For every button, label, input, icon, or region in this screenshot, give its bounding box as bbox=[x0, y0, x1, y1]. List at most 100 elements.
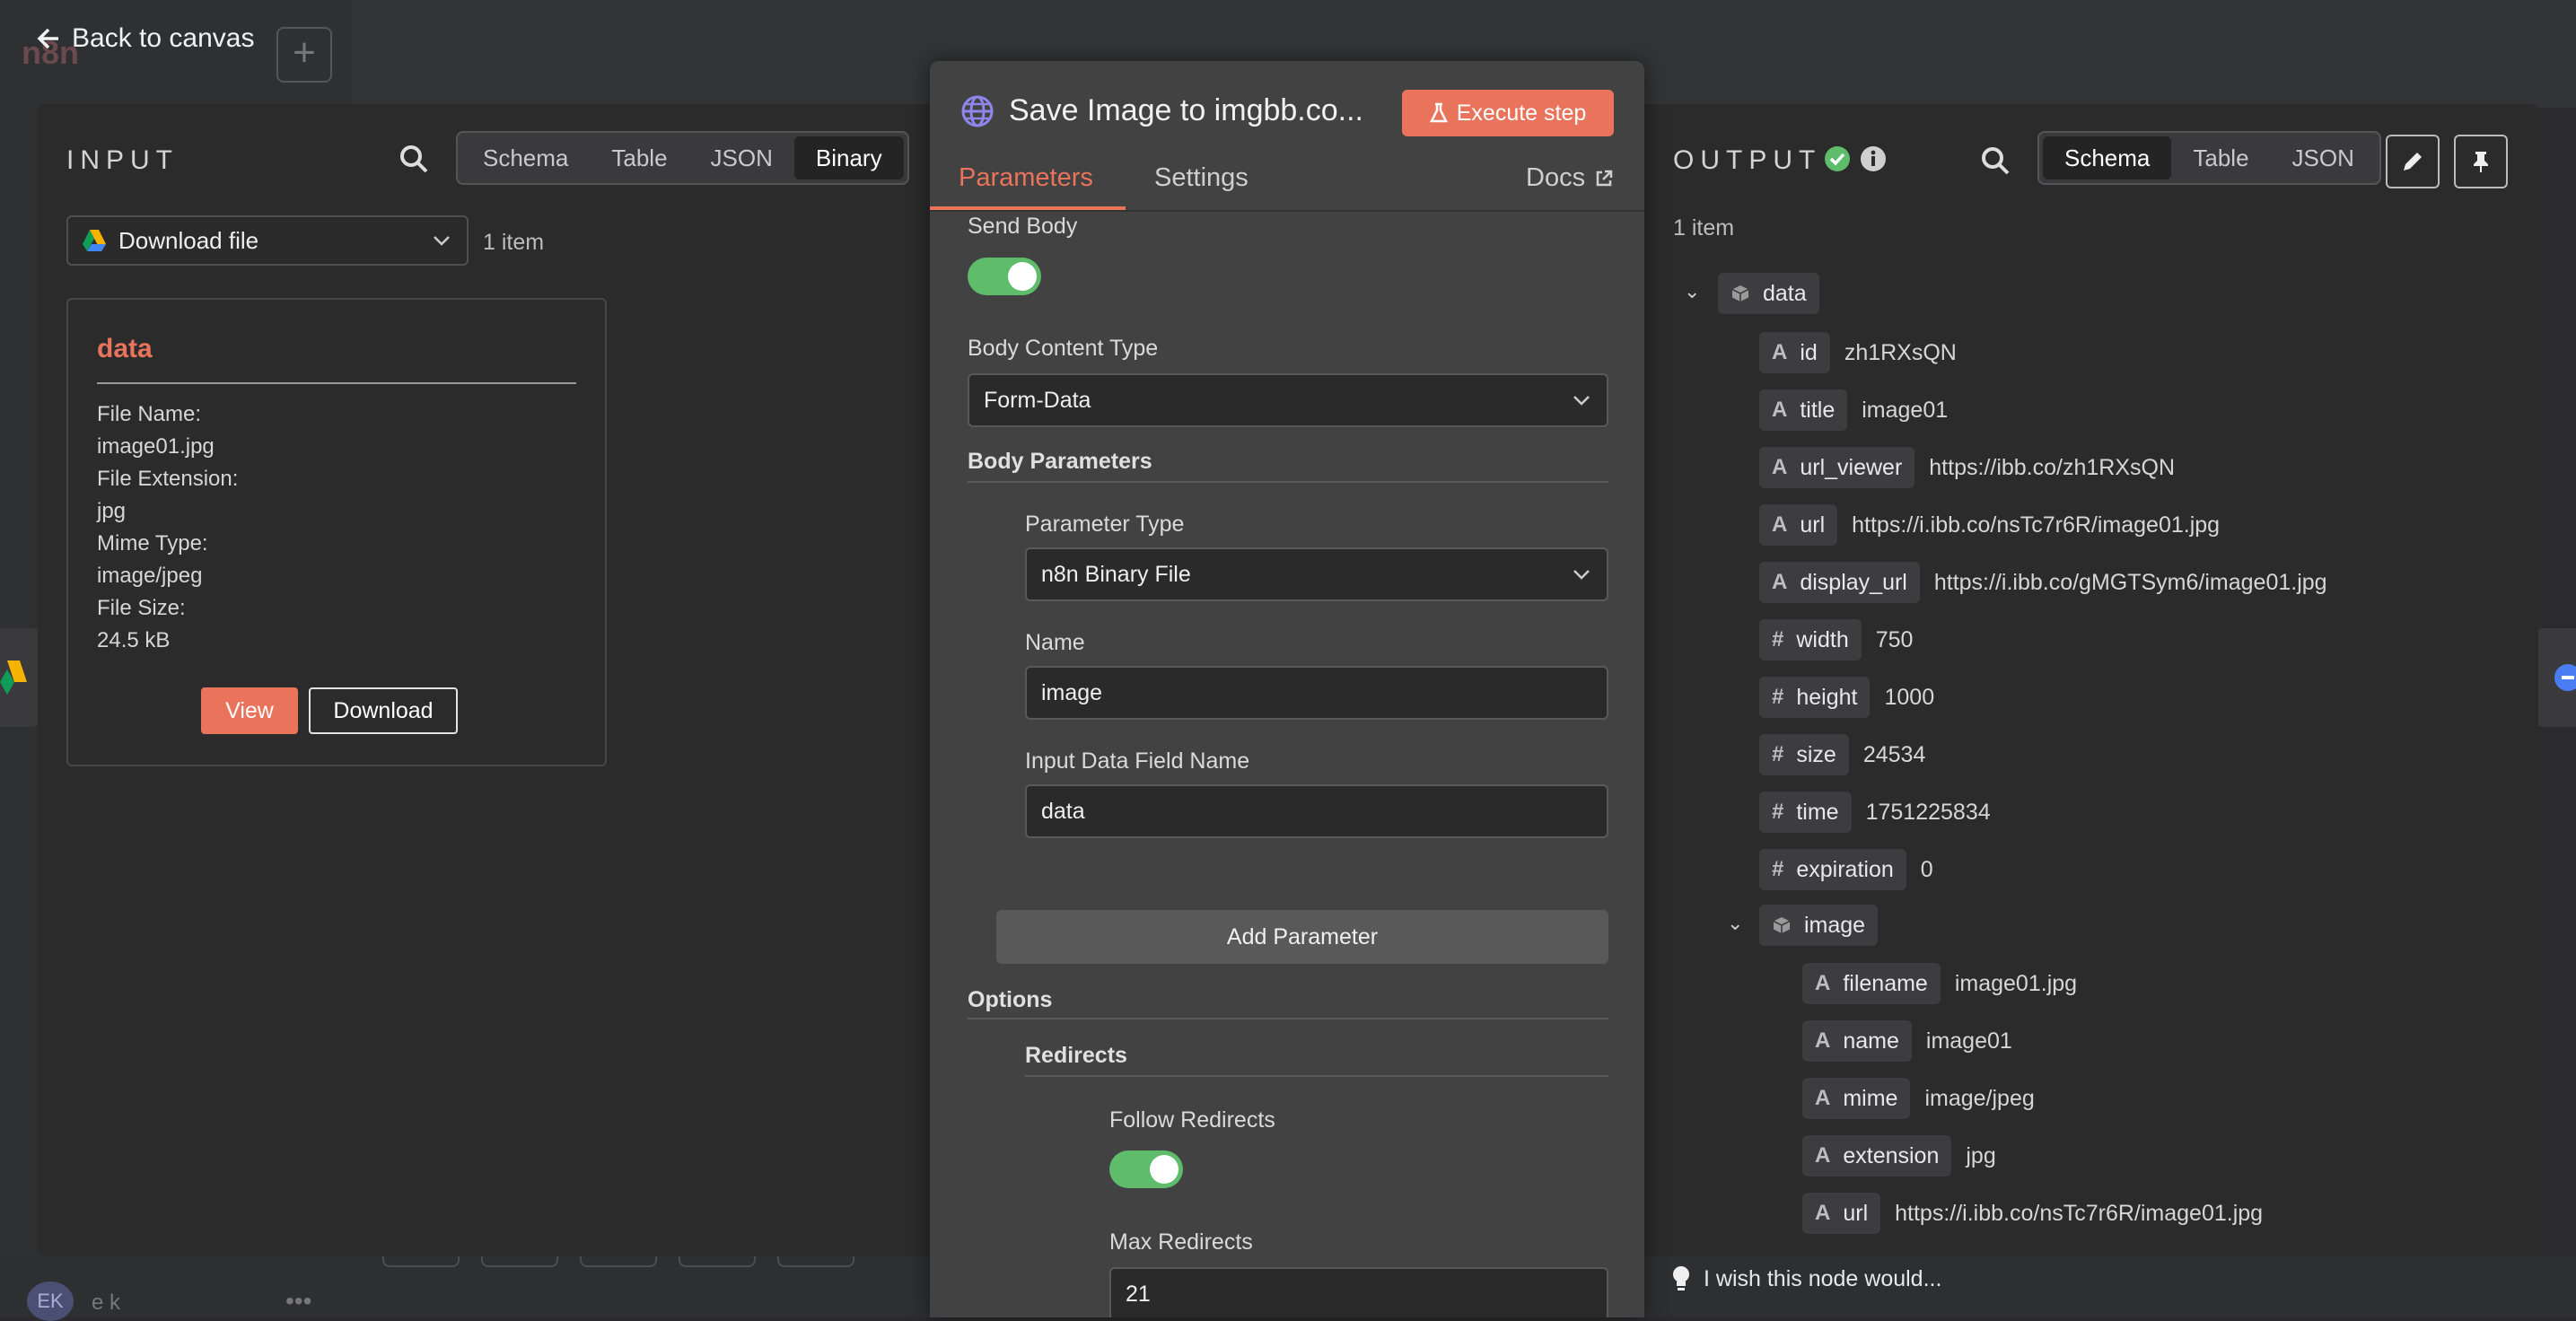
schema-key-pill[interactable]: # size bbox=[1759, 734, 1849, 775]
schema-row: Aurl_viewer https://ibb.co/zh1RXsQN bbox=[1759, 447, 2175, 488]
schema-key: expiration bbox=[1796, 856, 1894, 882]
add-parameter-button[interactable]: Add Parameter bbox=[996, 910, 1608, 964]
more-icon[interactable]: ••• bbox=[285, 1287, 311, 1316]
schema-row: Afilename image01.jpg bbox=[1802, 963, 2077, 1004]
schema-value: 750 bbox=[1875, 626, 1914, 652]
schema-value: image01.jpg bbox=[1954, 970, 2078, 996]
follow-redirects-toggle[interactable] bbox=[1109, 1150, 1183, 1188]
schema-key-pill[interactable]: Adisplay_url bbox=[1759, 562, 1920, 603]
schema-key-pill[interactable]: Afilename bbox=[1802, 963, 1941, 1004]
string-type-icon: A bbox=[1772, 398, 1788, 422]
schema-key-pill[interactable]: Aid bbox=[1759, 332, 1830, 373]
avatar[interactable]: EK bbox=[27, 1282, 74, 1321]
schema-row: Aid zh1RXsQN bbox=[1759, 332, 1957, 373]
schema-key-pill: image bbox=[1759, 905, 1879, 946]
tab-table[interactable]: Table bbox=[2171, 136, 2270, 179]
schema-key-pill[interactable]: Atitle bbox=[1759, 389, 1848, 431]
search-icon[interactable] bbox=[399, 144, 429, 174]
name-label: Name bbox=[1025, 630, 1085, 655]
schema-value: https://i.ibb.co/gMGTSym6/image01.jpg bbox=[1933, 569, 2327, 595]
flask-icon bbox=[1429, 102, 1448, 123]
string-type-icon: A bbox=[1772, 340, 1788, 364]
schema-row: Amime image/jpeg bbox=[1802, 1078, 2035, 1119]
max-redirects-label: Max Redirects bbox=[1109, 1229, 1253, 1255]
schema-key: image bbox=[1804, 912, 1866, 938]
schema-key: mime bbox=[1843, 1085, 1898, 1111]
schema-key-pill[interactable]: Amime bbox=[1802, 1078, 1911, 1119]
schema-key-pill: data bbox=[1718, 273, 1819, 314]
follow-redirects-label: Follow Redirects bbox=[1109, 1107, 1275, 1133]
schema-value: image01 bbox=[1862, 397, 1949, 423]
edit-output-button[interactable] bbox=[2386, 135, 2440, 188]
docs-link[interactable]: Docs bbox=[1526, 163, 1614, 193]
feedback-link[interactable]: I wish this node would... bbox=[1671, 1265, 1941, 1292]
previous-node-handle[interactable] bbox=[0, 628, 43, 727]
schema-key: url bbox=[1800, 512, 1826, 538]
string-type-icon: A bbox=[1815, 1143, 1831, 1168]
output-title: OUTPUT bbox=[1673, 145, 1822, 175]
binary-file-info: File Name: image01.jpg File Extension: j… bbox=[97, 398, 238, 657]
node-title[interactable]: Save Image to imgbb.co... bbox=[960, 93, 1363, 128]
schema-row: # height 1000 bbox=[1759, 677, 1934, 718]
schema-key: size bbox=[1796, 741, 1836, 767]
chevron-down-icon bbox=[1573, 396, 1590, 406]
string-type-icon: A bbox=[1772, 455, 1788, 479]
chevron-down-icon bbox=[1573, 570, 1590, 580]
file-extension-value: jpg bbox=[97, 499, 127, 523]
schema-row: # expiration 0 bbox=[1759, 849, 1933, 890]
schema-key-pill[interactable]: # width bbox=[1759, 619, 1862, 660]
back-to-canvas-button[interactable]: Back to canvas bbox=[36, 23, 254, 54]
schema-row-image: image bbox=[1759, 905, 1879, 946]
tab-settings[interactable]: Settings bbox=[1154, 163, 1249, 193]
download-button[interactable]: Download bbox=[309, 687, 458, 734]
execute-step-button[interactable]: Execute step bbox=[1402, 90, 1614, 136]
schema-key-pill[interactable]: # height bbox=[1759, 677, 1871, 718]
schema-key: name bbox=[1843, 1028, 1899, 1054]
schema-value: image/jpeg bbox=[1924, 1085, 2035, 1111]
schema-key-pill[interactable]: # expiration bbox=[1759, 849, 1906, 890]
schema-key-pill[interactable]: Aextension bbox=[1802, 1135, 1952, 1177]
send-body-toggle[interactable] bbox=[968, 258, 1041, 295]
max-redirects-input[interactable]: 21 bbox=[1109, 1267, 1608, 1317]
parameter-type-select[interactable]: n8n Binary File bbox=[1025, 547, 1608, 601]
search-icon[interactable] bbox=[1980, 145, 2011, 176]
string-type-icon: A bbox=[1772, 512, 1788, 537]
schema-value: zh1RXsQN bbox=[1844, 339, 1957, 365]
schema-row: Aurl https://i.ibb.co/nsTc7r6R/image01.jp… bbox=[1759, 504, 2220, 546]
schema-key-pill[interactable]: # time bbox=[1759, 792, 1852, 833]
add-node-icon[interactable]: + bbox=[276, 27, 332, 83]
schema-row-data: data bbox=[1718, 273, 1819, 314]
tab-schema[interactable]: Schema bbox=[461, 136, 590, 179]
schema-key-pill[interactable]: Aurl bbox=[1802, 1193, 1881, 1234]
schema-key: filename bbox=[1843, 970, 1928, 996]
schema-key: extension bbox=[1843, 1142, 1940, 1168]
schema-key-pill[interactable]: Aname bbox=[1802, 1020, 1912, 1062]
schema-value: jpg bbox=[1966, 1142, 1996, 1168]
input-data-field-input[interactable]: data bbox=[1025, 784, 1608, 838]
tab-parameters[interactable]: Parameters bbox=[959, 163, 1093, 193]
schema-row: Atitle image01 bbox=[1759, 389, 1948, 431]
body-content-type-select[interactable]: Form-Data bbox=[968, 373, 1608, 427]
tab-table[interactable]: Table bbox=[590, 136, 688, 179]
execute-step-label: Execute step bbox=[1456, 100, 1587, 126]
input-node-select[interactable]: Download file bbox=[66, 215, 469, 266]
pin-icon bbox=[2474, 152, 2488, 172]
schema-key-pill[interactable]: Aurl_viewer bbox=[1759, 447, 1915, 488]
globe-icon bbox=[961, 95, 994, 127]
chevron-down-icon[interactable]: ⌄ bbox=[1684, 280, 1700, 303]
tab-binary[interactable]: Binary bbox=[793, 136, 904, 179]
body-content-type-value: Form-Data bbox=[984, 387, 1091, 413]
number-type-icon: # bbox=[1772, 627, 1784, 652]
tab-json[interactable]: JSON bbox=[689, 136, 794, 179]
input-view-tabs: Schema Table JSON Binary bbox=[456, 131, 909, 185]
schema-row: Adisplay_url https://i.ibb.co/gMGTSym6/im… bbox=[1759, 562, 2327, 603]
name-input[interactable]: image bbox=[1025, 666, 1608, 720]
tab-json[interactable]: JSON bbox=[2271, 136, 2376, 179]
pin-output-button[interactable] bbox=[2454, 135, 2508, 188]
info-icon[interactable] bbox=[1860, 145, 1887, 172]
chevron-down-icon[interactable]: ⌄ bbox=[1727, 912, 1743, 935]
view-button[interactable]: View bbox=[201, 687, 298, 734]
tab-schema[interactable]: Schema bbox=[2043, 136, 2172, 179]
schema-key: height bbox=[1796, 684, 1858, 710]
schema-key-pill[interactable]: Aurl bbox=[1759, 504, 1838, 546]
